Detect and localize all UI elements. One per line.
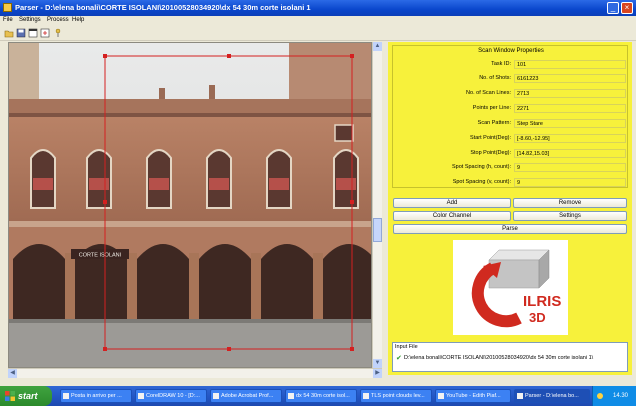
property-label: No. of Scan Lines:: [466, 90, 511, 96]
taskbar-item-tls[interactable]: TLS point clouds lev...: [360, 389, 432, 403]
start-button[interactable]: start: [0, 386, 52, 406]
property-row-stop-point: Stop Point(Deg): [14.82,15.03]: [393, 149, 629, 159]
input-file-list[interactable]: Input File ✔ D:\elena bonali\CORTE ISOLA…: [392, 342, 628, 372]
folder-icon: [288, 393, 294, 399]
scroll-left-icon[interactable]: ◀: [8, 369, 17, 378]
menu-help[interactable]: Help: [72, 17, 84, 23]
tray-icon[interactable]: [597, 393, 603, 399]
ilris-3d-logo: ILRIS 3D: [453, 240, 568, 335]
windows-logo-icon: [5, 391, 15, 401]
logo-text-ilris: ILRIS: [523, 293, 561, 310]
open-folder-icon[interactable]: [4, 28, 14, 38]
taskbar-item-youtube[interactable]: YouTube - Edith Piaf...: [435, 389, 511, 403]
vertical-scroll-thumb[interactable]: [373, 218, 382, 242]
building-photo: CORTE ISOLANI: [9, 43, 371, 367]
color-channel-button[interactable]: Color Channel: [393, 211, 511, 221]
title-bar: Parser - D:\elena bonali\CORTE ISOLANI\2…: [0, 0, 636, 16]
acrobat-icon: [213, 393, 219, 399]
browser-icon: [438, 393, 444, 399]
property-label: Points per Line:: [472, 105, 511, 111]
property-label: Spot Spacing (h, count):: [451, 164, 511, 170]
system-tray: 14.30: [592, 386, 636, 406]
pin-icon[interactable]: [53, 28, 63, 38]
property-row-start-point: Start Point(Deg): [-8.60,-12.95]: [393, 134, 629, 144]
menu-bar: File Settings Process Help: [0, 16, 636, 26]
property-row-shots: No. of Shots: 6161223: [393, 74, 629, 84]
scan-window-properties: Scan Window Properties Task ID: 101 No. …: [392, 45, 628, 188]
property-value[interactable]: Step Stare: [514, 119, 626, 128]
document-icon: [363, 393, 369, 399]
close-button[interactable]: ×: [621, 2, 633, 14]
property-value[interactable]: [14.82,15.03]: [514, 149, 626, 158]
property-label: No. of Shots:: [479, 75, 511, 81]
property-value[interactable]: 2713: [514, 89, 626, 98]
property-row-points-per-line: Points per Line: 2271: [393, 104, 629, 114]
minimize-button[interactable]: _: [607, 2, 619, 14]
logo-text-3d: 3D: [529, 310, 546, 325]
property-row-task-id: Task ID: 101: [393, 60, 629, 70]
taskbar: start Posta in arrivo per ... CorelDRAW …: [0, 386, 636, 406]
property-value[interactable]: [-8.60,-12.95]: [514, 134, 626, 143]
checkmark-icon: ✔: [396, 355, 402, 362]
remove-button[interactable]: Remove: [513, 198, 627, 208]
taskbar-item-mail[interactable]: Posta in arrivo per ...: [60, 389, 132, 403]
taskbar-item-coreldraw[interactable]: CorelDRAW 10 - [D:...: [135, 389, 207, 403]
property-label: Stop Point(Deg):: [470, 150, 511, 156]
start-label: start: [18, 391, 38, 401]
taskbar-item-parser[interactable]: Parser - D:\elena bo...: [514, 389, 590, 403]
scan-icon[interactable]: [40, 28, 50, 38]
menu-file[interactable]: File: [3, 17, 13, 23]
property-row-spot-spacing-h: Spot Spacing (h, count): 9: [393, 163, 629, 173]
menu-settings[interactable]: Settings: [19, 17, 41, 23]
properties-header: Scan Window Properties: [478, 48, 544, 54]
property-row-scan-pattern: Scan Pattern: Step Stare: [393, 119, 629, 129]
property-label: Scan Pattern:: [477, 120, 511, 126]
property-label: Task ID:: [491, 61, 511, 67]
property-label: Start Point(Deg):: [470, 135, 511, 141]
add-button[interactable]: Add: [393, 198, 511, 208]
input-file-label: Input File: [395, 344, 418, 350]
save-icon[interactable]: [16, 28, 26, 38]
taskbar-item-acrobat[interactable]: Adobe Acrobat Prof...: [210, 389, 282, 403]
property-value[interactable]: 2271: [514, 104, 626, 113]
horizontal-scrollbar[interactable]: ◀ ▶: [8, 368, 382, 378]
properties-panel: Scan Window Properties Task ID: 101 No. …: [388, 42, 632, 375]
property-value[interactable]: 6161223: [514, 74, 626, 83]
vertical-scrollbar[interactable]: ▲ ▼: [372, 42, 382, 368]
scan-image-canvas[interactable]: CORTE ISOLANI: [8, 42, 372, 368]
mail-icon: [63, 393, 69, 399]
parse-button[interactable]: Parse: [393, 224, 627, 234]
close-icon: ×: [624, 3, 630, 12]
property-row-scan-lines: No. of Scan Lines: 2713: [393, 89, 629, 99]
minimize-icon: _: [610, 3, 616, 12]
clock[interactable]: 14.30: [613, 386, 628, 406]
taskbar-item-folder[interactable]: dx 54 30m corte isol...: [285, 389, 357, 403]
scroll-right-icon[interactable]: ▶: [373, 369, 382, 378]
property-value[interactable]: 9: [514, 178, 626, 187]
window-title: Parser - D:\elena bonali\CORTE ISOLANI\2…: [15, 3, 311, 12]
input-file-path[interactable]: D:\elena bonali\CORTE ISOLANI\2010052803…: [404, 355, 593, 361]
scroll-down-icon[interactable]: ▼: [373, 359, 382, 368]
property-row-spot-spacing-v: Spot Spacing (v, count): 9: [393, 178, 629, 188]
parser-icon: [517, 393, 523, 399]
property-value[interactable]: 101: [514, 60, 626, 69]
settings-button[interactable]: Settings: [513, 211, 627, 221]
property-value[interactable]: 9: [514, 163, 626, 172]
corte-isolani-sign: CORTE ISOLANI: [79, 253, 122, 259]
scroll-up-icon[interactable]: ▲: [373, 42, 382, 51]
toolbar: [0, 26, 636, 41]
coreldraw-icon: [138, 393, 144, 399]
property-label: Spot Spacing (v, count):: [452, 179, 511, 185]
ilris-logo-graphic: ILRIS 3D: [471, 249, 561, 328]
window-icon[interactable]: [28, 28, 38, 38]
menu-process[interactable]: Process: [47, 17, 69, 23]
app-icon: [3, 3, 12, 12]
